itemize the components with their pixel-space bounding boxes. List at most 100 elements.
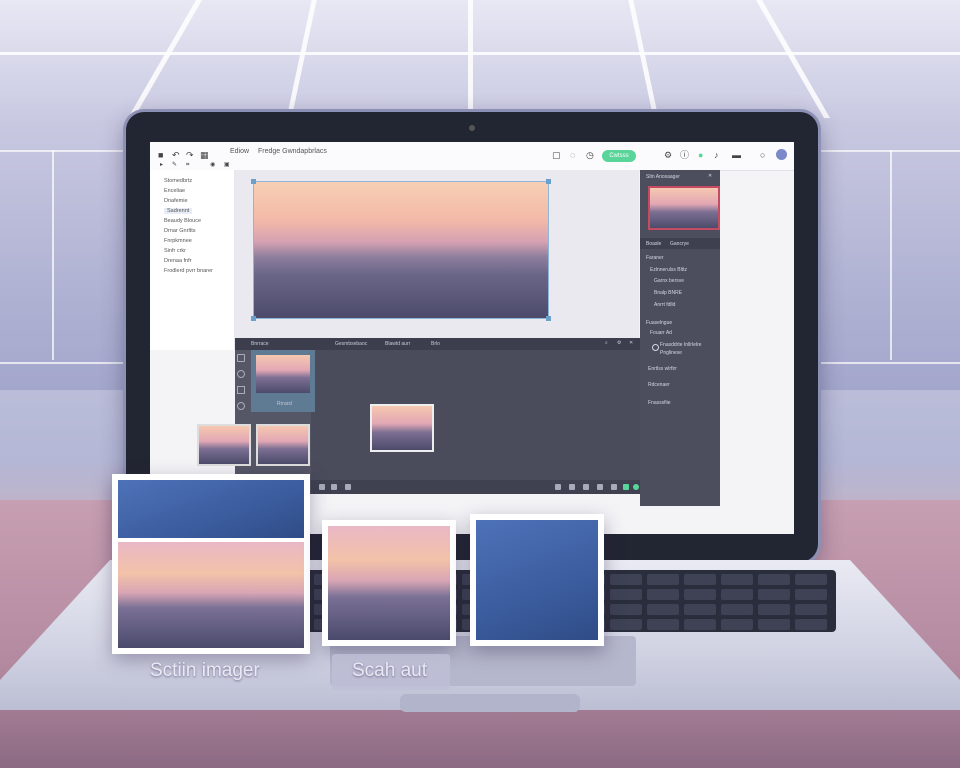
keyboard-key[interactable] [684, 574, 716, 585]
keyboard-key[interactable] [758, 589, 790, 600]
keyboard-key[interactable] [647, 574, 679, 585]
footer-icon[interactable] [623, 484, 629, 490]
info-icon[interactable]: ⓘ [680, 151, 689, 160]
settings-icon[interactable]: ⚙ [664, 151, 672, 160]
keyboard-key[interactable] [758, 604, 790, 615]
floating-card-left[interactable] [112, 474, 310, 654]
radio-icon[interactable] [652, 344, 659, 351]
bell-icon[interactable]: ♪ [714, 151, 722, 160]
undo-icon[interactable]: ↶ [172, 151, 180, 160]
layer-item[interactable]: Stomedbrtz [164, 178, 192, 184]
keyboard-key[interactable] [795, 604, 827, 615]
keyboard-key[interactable] [721, 619, 753, 630]
chat-icon[interactable]: ▬ [732, 151, 741, 160]
history-icon[interactable]: ◷ [586, 151, 594, 160]
property-row[interactable]: Rdcenaer [648, 382, 670, 388]
layer-item[interactable]: Drenaa fnfr [164, 258, 192, 264]
property-row[interactable]: Anrrt fdlld [654, 302, 675, 308]
crop-tool-icon[interactable]: ⌗ [186, 161, 194, 170]
resize-handle[interactable] [251, 316, 256, 321]
close-icon[interactable]: ✕ [629, 340, 633, 346]
layer-item[interactable]: Dnafemie [164, 198, 188, 204]
settings-icon[interactable]: ⚙ [617, 340, 621, 346]
breadcrumb[interactable]: Ediow [230, 148, 249, 155]
keyboard-key[interactable] [610, 619, 642, 630]
status-pill[interactable]: Cwtsss [602, 150, 636, 162]
footer-icon[interactable] [555, 484, 561, 490]
keyboard-key[interactable] [647, 604, 679, 615]
preview-thumb[interactable] [650, 188, 718, 228]
camera-icon[interactable]: ▣ [224, 161, 232, 170]
tool-icon[interactable] [237, 386, 245, 394]
keyboard-key[interactable] [758, 619, 790, 630]
keyboard-key[interactable] [647, 619, 679, 630]
keyboard-key[interactable] [795, 589, 827, 600]
floating-preview[interactable] [372, 406, 432, 450]
panel-tab[interactable]: Boasle [646, 241, 661, 247]
share-icon[interactable]: ▢ [552, 151, 561, 160]
select-tool-icon[interactable]: ▸ [160, 161, 168, 170]
redo-icon[interactable]: ↷ [186, 151, 194, 160]
property-row[interactable]: Garnx bersve [654, 278, 684, 284]
property-row[interactable]: Bnalp BNRE [654, 290, 682, 296]
property-row[interactable]: Enrtlss wlrfirr [648, 366, 677, 372]
footer-icon[interactable] [583, 484, 589, 490]
property-row[interactable]: Fouarr Ad [650, 330, 672, 336]
help-icon[interactable]: ○ [760, 151, 768, 160]
panel-tab[interactable]: Gancrye [670, 241, 689, 247]
property-row[interactable]: Pnglinese [660, 350, 682, 356]
avatar[interactable] [776, 149, 787, 160]
resize-handle[interactable] [251, 179, 256, 184]
close-icon[interactable]: ✕ [708, 173, 712, 179]
keyboard-key[interactable] [684, 604, 716, 615]
tool-icon[interactable] [237, 402, 245, 410]
media-tab[interactable]: Brlo [431, 341, 440, 347]
keyboard-key[interactable] [610, 574, 642, 585]
resize-handle[interactable] [546, 179, 551, 184]
property-row[interactable]: Fnasssfiie [648, 400, 671, 406]
keyboard-key[interactable] [721, 604, 753, 615]
tool-icon[interactable] [237, 354, 245, 362]
layer-item[interactable]: Beaudy Blouce [164, 218, 201, 224]
lock-icon[interactable]: ◌ [570, 151, 578, 160]
keyboard-key[interactable] [647, 589, 679, 600]
keyboard-key[interactable] [610, 604, 642, 615]
floating-card-right[interactable] [470, 514, 604, 646]
resize-handle[interactable] [546, 316, 551, 321]
eye-icon[interactable]: ◉ [210, 161, 218, 170]
keyboard-key[interactable] [721, 574, 753, 585]
layer-item[interactable]: Frodlerd pvrr bnarer [164, 268, 213, 274]
footer-icon[interactable] [597, 484, 603, 490]
media-thumb[interactable] [258, 426, 308, 464]
grid-icon[interactable]: ▦ [200, 151, 209, 160]
keyboard-key[interactable] [795, 574, 827, 585]
footer-icon[interactable] [345, 484, 351, 490]
property-row[interactable]: Ezlnnerulss Blttz [650, 267, 687, 273]
media-tab-left[interactable]: Bnrrace [251, 341, 269, 347]
layer-item-selected[interactable]: Sadrennt [164, 208, 193, 214]
layer-item[interactable]: Enceliae [164, 188, 185, 194]
footer-icon[interactable] [319, 484, 325, 490]
footer-icon[interactable] [569, 484, 575, 490]
property-row[interactable]: Fnasddrte Inllrlelre [660, 342, 701, 348]
keyboard-key[interactable] [758, 574, 790, 585]
keyboard-key[interactable] [684, 619, 716, 630]
layer-item[interactable]: Drnar Gnrltts [164, 228, 195, 234]
footer-icon[interactable] [331, 484, 337, 490]
brush-tool-icon[interactable]: ✎ [172, 161, 180, 170]
tool-icon[interactable] [237, 370, 245, 378]
layer-item[interactable]: Sinfr crkr [164, 248, 186, 254]
media-thumb[interactable] [199, 426, 249, 464]
floating-card-center[interactable] [322, 520, 456, 646]
search-icon[interactable]: ⌕ [605, 340, 608, 346]
sync-icon[interactable]: ● [698, 151, 706, 160]
media-tab[interactable]: Gesmbsebaoc [335, 341, 367, 347]
media-thumb-selected[interactable] [256, 355, 310, 393]
layer-item[interactable]: Fnrpkmnee [164, 238, 192, 244]
keyboard-key[interactable] [610, 589, 642, 600]
media-tab[interactable]: Blawtd aurr [385, 341, 410, 347]
main-canvas-image[interactable] [251, 179, 551, 321]
keyboard-key[interactable] [684, 589, 716, 600]
footer-icon[interactable] [611, 484, 617, 490]
keyboard-key[interactable] [721, 589, 753, 600]
